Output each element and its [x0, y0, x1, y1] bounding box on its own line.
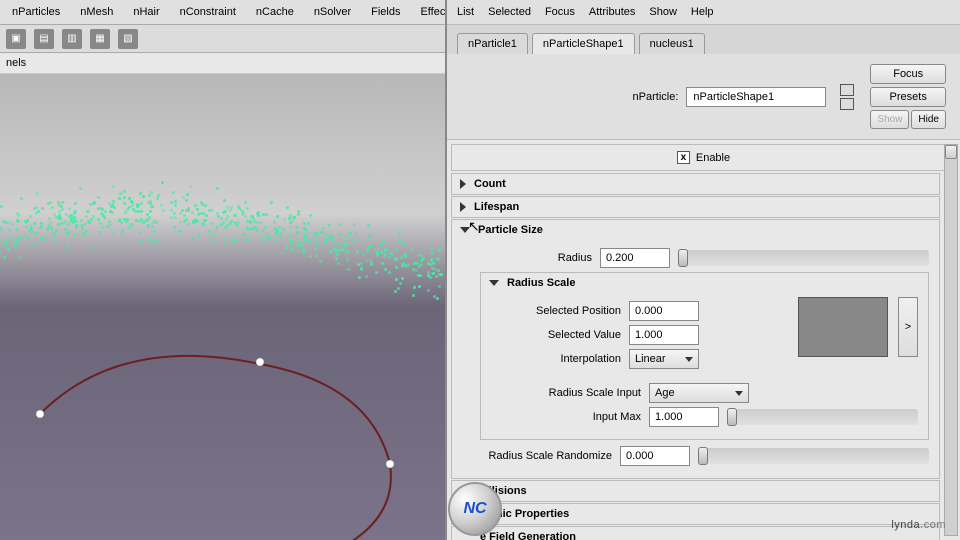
shelf-icon-2[interactable]: ▤: [34, 29, 54, 49]
section-title-lifespan: Lifespan: [474, 201, 519, 213]
enable-checkbox[interactable]: x: [677, 151, 690, 164]
menu-nconstraint[interactable]: nConstraint: [176, 4, 240, 20]
selected-position-label: Selected Position: [501, 305, 621, 317]
section-header-dynamic-properties[interactable]: namic Properties: [452, 504, 939, 524]
enable-label: Enable: [696, 152, 730, 164]
cursor-icon: ↖: [468, 218, 480, 235]
menu-nparticles[interactable]: nParticles: [8, 4, 64, 20]
panels-label: nels: [0, 53, 445, 74]
viewport-panel: nParticles nMesh nHair nConstraint nCach…: [0, 0, 445, 540]
dynamics-menu: nParticles nMesh nHair nConstraint nCach…: [0, 0, 445, 25]
radius-scale-input-dropdown[interactable]: Age: [649, 383, 749, 403]
section-count: Count: [451, 173, 940, 195]
section-header-collisions[interactable]: Collisions: [452, 481, 939, 501]
section-title-particle-size: Particle Size: [478, 224, 543, 236]
logo-badge: NC: [448, 482, 502, 536]
attr-menu: List Selected Focus Attributes Show Help: [447, 0, 960, 25]
menu-ncache[interactable]: nCache: [252, 4, 298, 20]
chevron-right-icon: [460, 202, 466, 212]
section-header-field-generation[interactable]: e Field Generation: [452, 527, 939, 540]
section-dynamic-properties: namic Properties: [451, 503, 940, 525]
shelf-icon-1[interactable]: ▣: [6, 29, 26, 49]
input-connection-icon[interactable]: [840, 84, 854, 96]
attribute-body: x Enable Count Lifespan: [447, 140, 960, 540]
watermark: lynda.com: [891, 511, 946, 534]
node-name-input[interactable]: [686, 87, 826, 107]
section-header-lifespan[interactable]: Lifespan: [452, 197, 939, 217]
radius-scale-randomize-slider[interactable]: [698, 448, 929, 464]
field-radius: Radius: [472, 248, 929, 268]
selected-value-input[interactable]: [629, 325, 699, 345]
radius-label: Radius: [472, 252, 592, 264]
attr-menu-help[interactable]: Help: [691, 6, 714, 18]
tab-nucleus1[interactable]: nucleus1: [639, 33, 705, 54]
section-title-field-generation: e Field Generation: [480, 531, 576, 540]
show-button[interactable]: Show: [870, 110, 909, 129]
menu-nmesh[interactable]: nMesh: [76, 4, 117, 20]
chevron-down-icon: [735, 391, 743, 396]
ramp-graph[interactable]: [798, 297, 888, 357]
enable-row: x Enable: [451, 144, 956, 171]
menu-nhair[interactable]: nHair: [129, 4, 163, 20]
scroll-thumb[interactable]: [945, 145, 957, 159]
viewport[interactable]: [0, 74, 445, 540]
section-title-count: Count: [474, 178, 506, 190]
selected-value-label: Selected Value: [501, 329, 621, 341]
shelf-icon-5[interactable]: ▧: [118, 29, 138, 49]
chevron-down-icon: [489, 280, 499, 286]
input-max-input[interactable]: [649, 407, 719, 427]
attr-menu-attributes[interactable]: Attributes: [589, 6, 635, 18]
radius-slider[interactable]: [678, 250, 929, 266]
chevron-right-icon: [460, 179, 466, 189]
section-field-generation: e Field Generation: [451, 526, 940, 540]
menu-fields[interactable]: Fields: [367, 4, 404, 20]
section-particle-size: Particle Size Radius Radius Scale: [451, 219, 940, 479]
attr-menu-show[interactable]: Show: [649, 6, 677, 18]
input-max-slider[interactable]: [727, 409, 918, 425]
radius-scale-input-label: Radius Scale Input: [501, 387, 641, 399]
ramp-expand-button[interactable]: >: [898, 297, 918, 357]
menu-nsolver[interactable]: nSolver: [310, 4, 355, 20]
interpolation-label: Interpolation: [501, 353, 621, 365]
section-title-radius-scale: Radius Scale: [507, 277, 575, 289]
selected-position-input[interactable]: [629, 301, 699, 321]
section-radius-scale: Radius Scale Selected Position: [480, 272, 929, 440]
section-header-radius-scale[interactable]: Radius Scale: [481, 273, 928, 293]
hide-button[interactable]: Hide: [911, 110, 946, 129]
chevron-down-icon: [685, 357, 693, 362]
section-collisions: Collisions: [451, 480, 940, 502]
section-lifespan: Lifespan: [451, 196, 940, 218]
radius-scale-randomize-input[interactable]: [620, 446, 690, 466]
node-io-icons: [840, 84, 854, 110]
output-connection-icon[interactable]: [840, 98, 854, 110]
presets-button[interactable]: Presets: [870, 87, 946, 107]
radius-scale-randomize-label: Radius Scale Randomize: [472, 450, 612, 462]
shelf: ▣ ▤ ▥ ▦ ▧: [0, 25, 445, 53]
shelf-icon-3[interactable]: ▥: [62, 29, 82, 49]
attribute-editor: List Selected Focus Attributes Show Help…: [445, 0, 960, 540]
tab-nparticleshape1[interactable]: nParticleShape1: [532, 33, 635, 54]
attr-menu-list[interactable]: List: [457, 6, 474, 18]
shelf-icon-4[interactable]: ▦: [90, 29, 110, 49]
radius-input[interactable]: [600, 248, 670, 268]
node-header: nParticle: Focus Presets Show Hide: [447, 54, 960, 140]
input-max-label: Input Max: [501, 411, 641, 423]
interpolation-dropdown[interactable]: Linear: [629, 349, 699, 369]
attr-menu-selected[interactable]: Selected: [488, 6, 531, 18]
particle-field: [0, 194, 440, 314]
focus-button[interactable]: Focus: [870, 64, 946, 84]
scrollbar[interactable]: [944, 144, 958, 536]
section-header-count[interactable]: Count: [452, 174, 939, 194]
tab-nparticle1[interactable]: nParticle1: [457, 33, 528, 54]
curve: [20, 354, 420, 540]
node-type-label: nParticle:: [588, 91, 678, 103]
header-buttons: Focus Presets Show Hide: [870, 64, 946, 129]
node-tabs: nParticle1 nParticleShape1 nucleus1: [447, 25, 960, 54]
section-header-particle-size[interactable]: Particle Size: [452, 220, 939, 240]
attr-menu-focus[interactable]: Focus: [545, 6, 575, 18]
